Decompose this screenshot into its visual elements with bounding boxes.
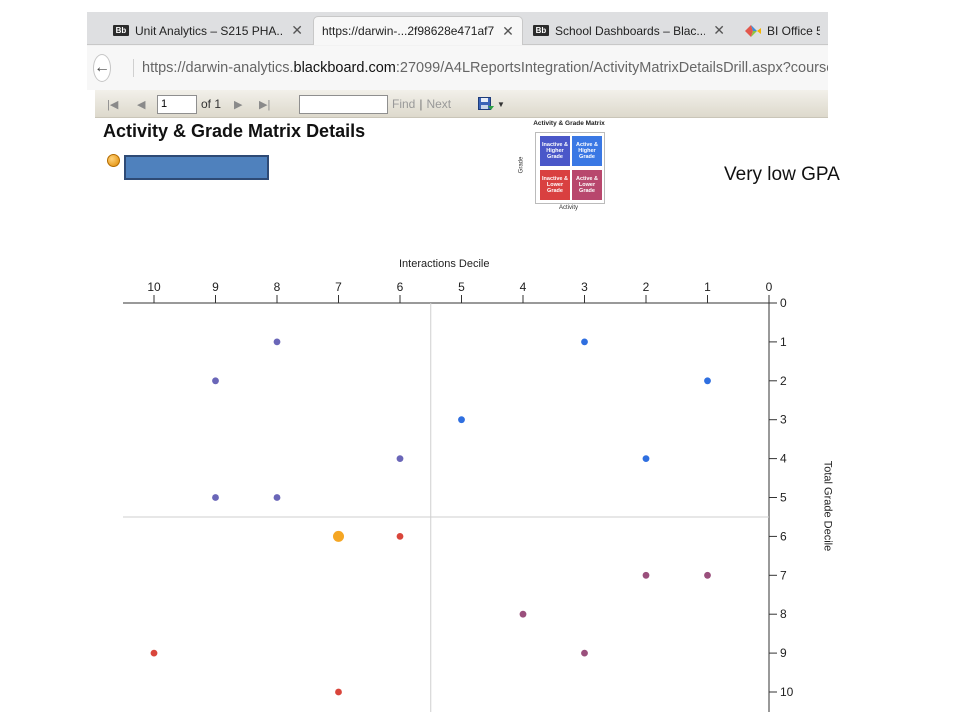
y-tick-label: 6: [780, 529, 787, 543]
data-point: [642, 455, 650, 462]
x-tick-label: 4: [520, 280, 527, 294]
x-tick-label: 3: [581, 280, 588, 294]
data-point: [335, 688, 342, 696]
y-tick-label: 5: [780, 491, 787, 505]
data-point: [396, 533, 404, 540]
x-tick-label: 2: [643, 280, 650, 294]
data-point: [150, 649, 158, 657]
x-tick-label: 5: [458, 280, 465, 294]
y-tick-label: 7: [780, 568, 787, 582]
y-tick-label: 3: [780, 413, 787, 427]
x-tick-label: 6: [397, 280, 404, 294]
y-tick-label: 8: [780, 607, 787, 621]
data-point: [581, 338, 588, 346]
data-point: [273, 338, 281, 346]
x-tick-label: 7: [335, 280, 342, 294]
data-point: [273, 494, 281, 501]
data-point: [212, 494, 219, 501]
x-tick-label: 0: [766, 280, 773, 294]
data-point: [458, 416, 465, 424]
y-tick-label: 10: [780, 685, 794, 699]
y-tick-label: 1: [780, 335, 787, 349]
data-point: [704, 377, 711, 385]
highlighted-point: [333, 530, 344, 542]
x-tick-label: 8: [274, 280, 281, 294]
data-point: [704, 571, 711, 579]
data-point: [581, 649, 588, 657]
data-point: [212, 377, 219, 385]
y-tick-label: 9: [780, 646, 787, 660]
x-tick-label: 10: [147, 280, 161, 294]
scatter-chart: 10 9 8 7 6 5 4 3 2 1 0012345678910: [123, 280, 794, 712]
data-point: [519, 610, 527, 618]
data-point: [396, 455, 404, 462]
y-tick-label: 2: [780, 374, 787, 388]
x-tick-label: 1: [704, 280, 711, 294]
data-point: [642, 571, 650, 579]
y-tick-label: 4: [780, 452, 787, 466]
x-tick-label: 9: [212, 280, 219, 294]
y-tick-label: 0: [780, 296, 787, 310]
